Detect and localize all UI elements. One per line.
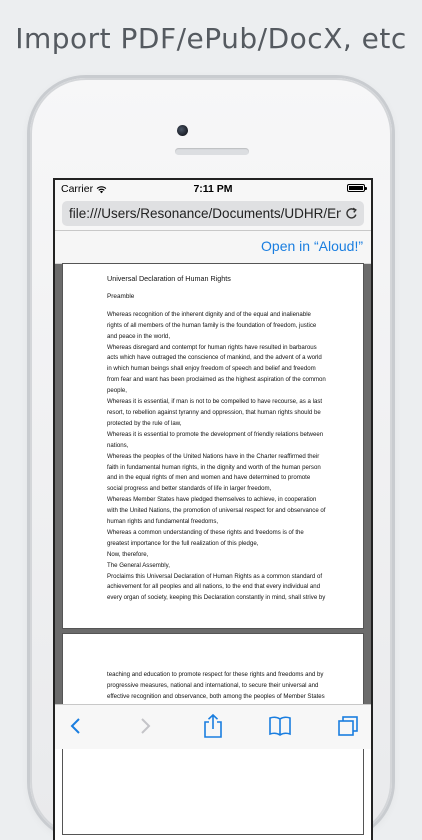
document-line: and in the equal rights of men and women… [107,474,311,482]
document-line: achievement for all peoples and all nati… [107,583,321,591]
document-line: Whereas it is essential to promote the d… [107,430,324,438]
share-button[interactable] [200,713,226,739]
document-line: acts which have outraged the conscience … [107,354,322,362]
document-line: greatest importance for the full realiza… [107,539,259,547]
document-line: Whereas the peoples of the United Nation… [107,452,320,460]
document-line: social progress and better standards of … [107,485,272,493]
back-button[interactable] [63,713,89,739]
status-bar: Carrier 7:11 PM [55,180,371,198]
document-line: Whereas it is essential, if man is not t… [107,398,323,406]
document-line: protected by the rule of law, [107,419,182,427]
document-line: faith in fundamental human rights, in th… [107,463,321,471]
phone-screen: Carrier 7:11 PM file:///Users/Resonance/… [53,178,373,840]
page-content: teaching and education to promote respec… [107,670,325,703]
document-line: with the United Nations, the promotion o… [107,507,326,515]
document-line: Whereas a common understanding of these … [107,528,304,536]
document-line: Whereas Member States have pledged thems… [107,496,317,504]
document-line: in which human beings shall enjoy freedo… [107,365,316,373]
document-heading: Preamble [107,292,135,300]
document-line: human rights and fundamental freedoms, [107,518,219,526]
document-line: Now, therefore, [107,550,149,558]
document-line: nations, [107,441,129,449]
page-content: Universal Declaration of Human Rights Pr… [107,274,326,604]
document-page: Universal Declaration of Human Rights Pr… [63,264,363,628]
tabs-icon[interactable] [337,715,359,737]
status-time: 7:11 PM [193,183,233,195]
document-line: resort, to rebellion against tyranny and… [107,408,321,416]
battery-fill [349,186,363,190]
document-line: progressive measures, national and inter… [107,681,319,689]
tabs-button[interactable] [335,713,361,739]
back-chevron-icon[interactable] [69,717,83,735]
document-line: The General Assembly, [107,561,170,569]
front-camera [177,125,188,136]
document-line: Proclaims this Universal Declaration of … [107,572,323,580]
document-line: Whereas disregard and contempt for human… [107,343,317,351]
forward-chevron-icon[interactable] [138,717,152,735]
address-bar[interactable]: file:///Users/Resonance/Documents/UDHR/E… [62,201,364,226]
bookmarks-button[interactable] [267,713,293,739]
url-text[interactable]: file:///Users/Resonance/Documents/UDHR/E… [69,201,341,226]
earpiece-speaker [175,148,249,155]
battery-icon [347,184,367,192]
phone-frame: Carrier 7:11 PM file:///Users/Resonance/… [30,78,392,840]
document-line: Whereas recognition of the inherent dign… [107,310,311,318]
share-icon[interactable] [202,713,224,739]
document-line: teaching and education to promote respec… [107,671,324,678]
document-line: from fear and want has been proclaimed a… [107,376,326,384]
marketing-headline: Import PDF/ePub/DocX, etc [15,22,407,55]
document-line: every organ of society, keeping this Dec… [107,594,326,602]
browser-address-area: file:///Users/Resonance/Documents/UDHR/E… [55,198,371,231]
open-in-bar: Open in “Aloud!” [55,231,371,264]
open-in-aloud-button[interactable]: Open in “Aloud!” [261,238,363,254]
document-viewer[interactable]: Universal Declaration of Human Rights Pr… [55,264,371,834]
document-text: Whereas recognition of the inherent dign… [107,310,326,604]
document-text: teaching and education to promote respec… [107,670,325,703]
document-line: effective recognition and observance, bo… [107,692,325,700]
forward-button[interactable] [132,713,158,739]
browser-toolbar [55,704,371,749]
bookmarks-icon[interactable] [268,715,292,737]
document-line: and peace in the world, [107,332,171,340]
document-line: people, [107,387,127,395]
document-title: Universal Declaration of Human Rights [107,274,231,283]
reload-icon[interactable] [344,206,359,221]
document-line: rights of all members of the human famil… [107,321,317,329]
